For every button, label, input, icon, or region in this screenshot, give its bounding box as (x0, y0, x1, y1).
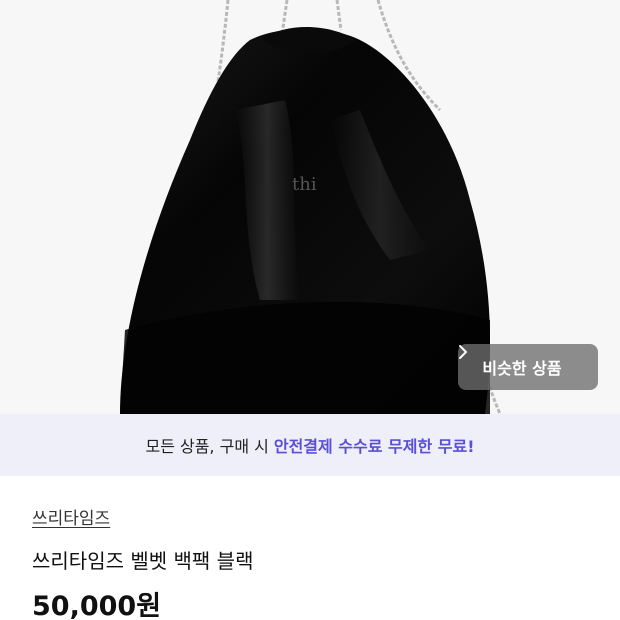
banner-highlight: 안전결제 수수료 무제한 무료! (273, 437, 475, 456)
product-price: 50,000원 (32, 591, 162, 620)
banner-text: 모든 상품, 구매 시 (145, 437, 269, 456)
product-title: 쓰리타임즈 벨벳 백팩 블랙 (32, 549, 254, 573)
product-page: thi 비슷한 상품 모든 상품, 구매 시 안전결제 수수료 무제한 무료! … (0, 0, 620, 620)
product-image[interactable]: thi 비슷한 상품 (0, 0, 620, 414)
similar-products-button[interactable]: 비슷한 상품 (458, 344, 598, 390)
logo-mark: thi (292, 174, 317, 195)
seller-link[interactable]: 쓰리타임즈 (32, 504, 110, 529)
similar-products-label: 비슷한 상품 (482, 359, 562, 378)
safe-payment-banner[interactable]: 모든 상품, 구매 시 안전결제 수수료 무제한 무료! (0, 414, 620, 476)
